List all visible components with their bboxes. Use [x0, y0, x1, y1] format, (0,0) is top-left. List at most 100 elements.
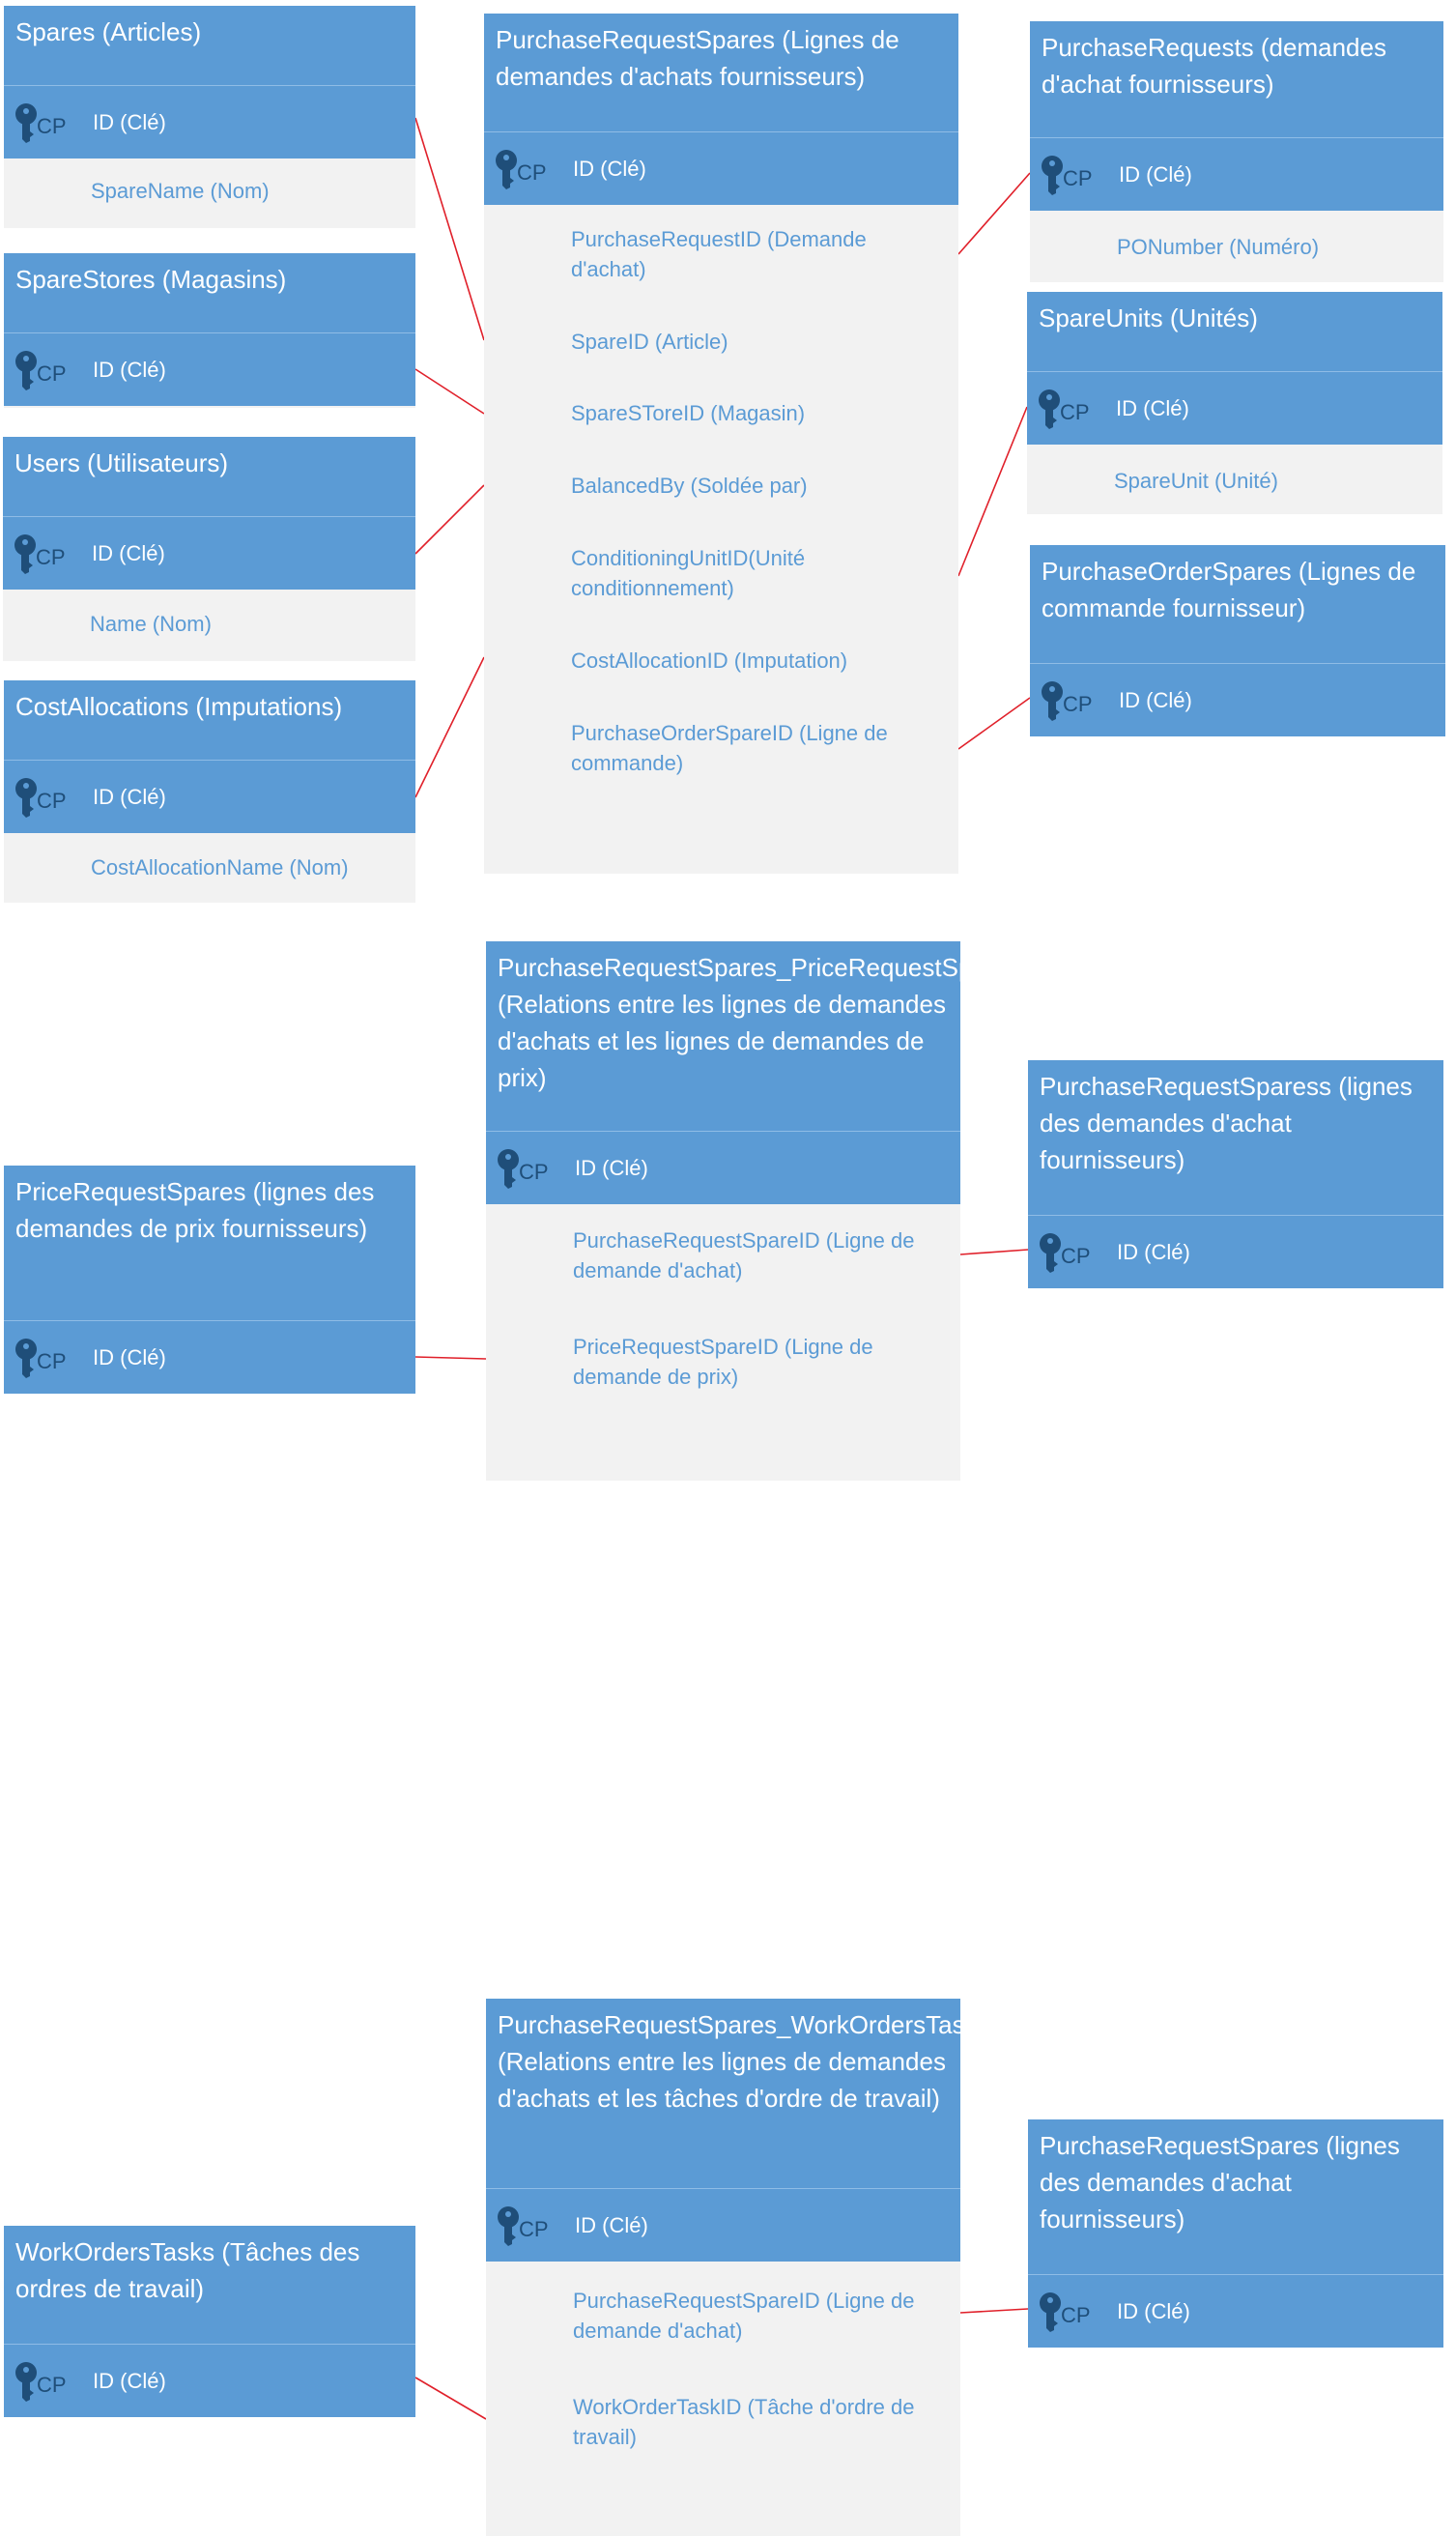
- entity-field: BalancedBy (Soldée par): [571, 474, 808, 498]
- connector-sparestores: [414, 368, 485, 415]
- entity-body: [4, 406, 415, 408]
- entity-table: PurchaseRequestSparess (lignes des deman…: [1028, 1060, 1443, 1288]
- entity-table: PurchaseRequests (demandes d'achat fourn…: [1030, 21, 1443, 282]
- entity-field: PurchaseRequestSpareID (Ligne de demande…: [573, 2289, 915, 2343]
- key-icon: [1042, 156, 1063, 195]
- primary-key-tag: CP: [37, 114, 67, 138]
- primary-key-label: ID (Clé): [1119, 162, 1192, 187]
- primary-key-row: CP ID (Clé): [1028, 2274, 1443, 2348]
- primary-key-tag: CP: [1060, 400, 1090, 424]
- entity-field: CostAllocationID (Imputation): [571, 648, 848, 673]
- entity-table: Spares (Articles) CP ID (Clé) SpareName (No…: [4, 6, 415, 228]
- entity-field: PriceRequestSpareID (Ligne de demande de…: [573, 1335, 873, 1389]
- key-icon: [1042, 681, 1063, 721]
- connector-purchaseorderspares: [957, 697, 1031, 750]
- primary-key-row: CP ID (Clé): [486, 2188, 960, 2262]
- primary-key-label: ID (Clé): [575, 1156, 648, 1180]
- entity-table: CostAllocations (Imputations) CP ID (Clé) C…: [4, 680, 415, 903]
- primary-key-row: CP ID (Clé): [1028, 1215, 1443, 1288]
- primary-key-tag: CP: [519, 1160, 549, 1184]
- primary-key-row: CP ID (Clé): [3, 516, 415, 590]
- primary-key-tag: CP: [37, 1349, 67, 1373]
- primary-key-label: ID (Clé): [93, 2369, 166, 2393]
- primary-key-row: CP ID (Clé): [4, 85, 415, 158]
- entity-title: PurchaseRequestSpares_PriceRequestSpares…: [486, 941, 960, 1131]
- key-icon: [15, 1339, 37, 1378]
- connector-users: [414, 484, 485, 555]
- entity-title: PurchaseRequests (demandes d'achat fourn…: [1030, 21, 1443, 137]
- entity-field: CostAllocationName (Nom): [91, 855, 349, 879]
- key-icon: [15, 778, 37, 818]
- primary-key-label: ID (Clé): [1119, 688, 1192, 712]
- key-icon: [498, 2206, 519, 2246]
- primary-key-tag: CP: [37, 789, 67, 813]
- entity-field: SpareUnit (Unité): [1114, 469, 1278, 493]
- entity-table: SpareStores (Magasins) CP ID (Clé): [4, 253, 415, 408]
- entity-table: PurchaseRequestSpares_WorkOrdersTasks (R…: [486, 1999, 960, 2536]
- primary-key-tag: CP: [1061, 2303, 1091, 2327]
- entity-table: PurchaseRequestSpares_PriceRequestSpares…: [486, 941, 960, 1481]
- primary-key-label: ID (Clé): [93, 358, 166, 382]
- primary-key-tag: CP: [1063, 166, 1093, 190]
- connector-purchaserequests: [957, 172, 1031, 255]
- primary-key-label: ID (Clé): [93, 1345, 166, 1369]
- primary-key-tag: CP: [37, 2373, 67, 2397]
- entity-field: WorkOrderTaskID (Tâche d'ordre de travai…: [573, 2395, 915, 2449]
- entity-title: PurchaseRequestSpares (lignes des demand…: [1028, 2119, 1443, 2274]
- primary-key-tag: CP: [517, 160, 547, 185]
- key-icon: [496, 150, 517, 189]
- primary-key-label: ID (Clé): [1116, 396, 1189, 420]
- primary-key-row: CP ID (Clé): [4, 2344, 415, 2417]
- entity-title: PurchaseRequestSparess (lignes des deman…: [1028, 1060, 1443, 1215]
- connector-purchaserequestspares-wo: [959, 2308, 1029, 2314]
- primary-key-tag: CP: [37, 361, 67, 386]
- entity-title: SpareStores (Magasins): [4, 253, 415, 332]
- primary-key-label: ID (Clé): [93, 785, 166, 809]
- key-icon: [1040, 2292, 1061, 2332]
- primary-key-row: CP ID (Clé): [4, 332, 415, 406]
- entity-field: PurchaseRequestSpareID (Ligne de demande…: [573, 1228, 915, 1282]
- key-icon: [15, 2362, 37, 2402]
- key-icon: [1039, 389, 1060, 429]
- primary-key-row: CP ID (Clé): [1030, 663, 1445, 736]
- entity-table: PurchaseRequestSpares (Lignes de demande…: [484, 14, 958, 874]
- entity-field: PurchaseOrderSpareID (Ligne de commande): [571, 721, 888, 775]
- primary-key-row: CP ID (Clé): [486, 1131, 960, 1204]
- entity-field: SpareID (Article): [571, 330, 728, 354]
- connector-costallocations: [414, 656, 485, 798]
- connector-pricerequestspares: [414, 1356, 487, 1360]
- connector-spares: [414, 117, 485, 341]
- primary-key-tag: CP: [519, 2217, 549, 2241]
- entity-title: PurchaseOrderSpares (Lignes de commande …: [1030, 545, 1445, 663]
- connector-purchaserequestsparess: [959, 1249, 1029, 1255]
- primary-key-label: ID (Clé): [575, 2213, 648, 2237]
- key-icon: [1040, 1233, 1061, 1273]
- primary-key-row: CP ID (Clé): [1030, 137, 1443, 211]
- entity-title: PriceRequestSpares (lignes des demandes …: [4, 1166, 415, 1320]
- entity-field: SpareSToreID (Magasin): [571, 401, 806, 425]
- entity-title: CostAllocations (Imputations): [4, 680, 415, 760]
- primary-key-row: CP ID (Clé): [484, 131, 958, 205]
- primary-key-label: ID (Clé): [1117, 1240, 1190, 1264]
- entity-field: PurchaseRequestID (Demande d'achat): [571, 227, 867, 281]
- primary-key-tag: CP: [1061, 1244, 1091, 1268]
- entity-table: PurchaseOrderSpares (Lignes de commande …: [1030, 545, 1445, 736]
- key-icon: [14, 534, 36, 574]
- primary-key-row: CP ID (Clé): [1027, 371, 1442, 445]
- primary-key-label: ID (Clé): [1117, 2299, 1190, 2323]
- key-icon: [498, 1149, 519, 1189]
- entity-table: WorkOrdersTasks (Tâches des ordres de tr…: [4, 2226, 415, 2417]
- primary-key-tag: CP: [36, 545, 66, 569]
- primary-key-label: ID (Clé): [93, 110, 166, 134]
- entity-table: Users (Utilisateurs) CP ID (Clé) Name (Nom): [3, 437, 415, 661]
- primary-key-row: CP ID (Clé): [4, 760, 415, 833]
- primary-key-tag: CP: [1063, 692, 1093, 716]
- entity-field: Name (Nom): [90, 612, 212, 636]
- key-icon: [15, 351, 37, 390]
- entity-table: SpareUnits (Unités) CP ID (Clé) SpareUnit (…: [1027, 292, 1442, 514]
- connector-workorderstasks: [414, 2377, 487, 2420]
- primary-key-label: ID (Clé): [573, 157, 646, 181]
- entity-title: Users (Utilisateurs): [3, 437, 415, 516]
- entity-field: SpareName (Nom): [91, 179, 270, 203]
- primary-key-label: ID (Clé): [92, 541, 165, 565]
